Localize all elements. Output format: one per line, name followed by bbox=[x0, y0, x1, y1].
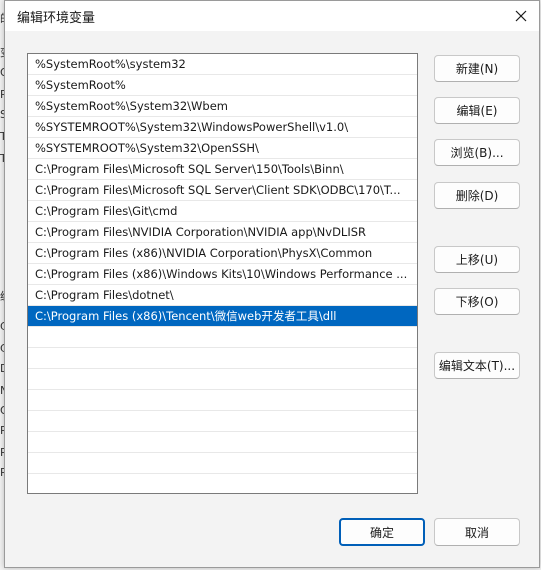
dialog-title: 编辑环境变量 bbox=[17, 11, 96, 26]
close-button[interactable] bbox=[509, 4, 533, 28]
list-item[interactable]: %SystemRoot%\System32\Wbem bbox=[28, 96, 417, 117]
list-item[interactable] bbox=[28, 411, 417, 432]
list-item[interactable]: C:\Program Files\Microsoft SQL Server\15… bbox=[28, 159, 417, 180]
list-item[interactable]: C:\Program Files\Microsoft SQL Server\Cl… bbox=[28, 180, 417, 201]
path-list[interactable]: %SystemRoot%\system32 %SystemRoot% %System… bbox=[27, 53, 418, 494]
list-item[interactable]: %SYSTEMROOT%\System32\WindowsPowerShell\… bbox=[28, 117, 417, 138]
list-item[interactable] bbox=[28, 327, 417, 348]
list-item[interactable]: %SystemRoot%\system32 bbox=[28, 54, 417, 75]
list-item[interactable]: C:\Program Files (x86)\Tencent\微信web开发者工… bbox=[28, 306, 417, 327]
list-item[interactable]: %SystemRoot% bbox=[28, 75, 417, 96]
list-item[interactable]: C:\Program Files\dotnet\ bbox=[28, 285, 417, 306]
edit-button[interactable]: 编辑(E) bbox=[434, 97, 520, 124]
list-item[interactable]: C:\Program Files (x86)\Windows Kits\10\W… bbox=[28, 264, 417, 285]
list-item[interactable]: C:\Program Files\NVIDIA Corporation\NVID… bbox=[28, 222, 417, 243]
list-item[interactable] bbox=[28, 369, 417, 390]
close-icon bbox=[515, 10, 527, 22]
list-item[interactable] bbox=[28, 390, 417, 411]
delete-button[interactable]: 删除(D) bbox=[434, 182, 520, 209]
list-item[interactable] bbox=[28, 432, 417, 453]
list-item[interactable] bbox=[28, 453, 417, 474]
list-item[interactable]: C:\Program Files\Git\cmd bbox=[28, 201, 417, 222]
browse-button[interactable]: 浏览(B)... bbox=[434, 139, 520, 166]
edit-environment-variable-dialog: 编辑环境变量 %SystemRoot%\system32 %SystemRoot%… bbox=[4, 0, 540, 568]
cancel-button[interactable]: 取消 bbox=[434, 518, 520, 546]
list-item[interactable]: C:\Program Files (x86)\NVIDIA Corporatio… bbox=[28, 243, 417, 264]
list-item[interactable] bbox=[28, 348, 417, 369]
list-item[interactable]: %SYSTEMROOT%\System32\OpenSSH\ bbox=[28, 138, 417, 159]
new-button[interactable]: 新建(N) bbox=[434, 55, 520, 82]
edit-text-button[interactable]: 编辑文本(T)... bbox=[434, 352, 520, 379]
move-down-button[interactable]: 下移(O) bbox=[434, 288, 520, 315]
move-up-button[interactable]: 上移(U) bbox=[434, 246, 520, 273]
list-item[interactable] bbox=[28, 474, 417, 493]
title-bar: 编辑环境变量 bbox=[5, 1, 539, 31]
ok-button[interactable]: 确定 bbox=[339, 518, 425, 546]
